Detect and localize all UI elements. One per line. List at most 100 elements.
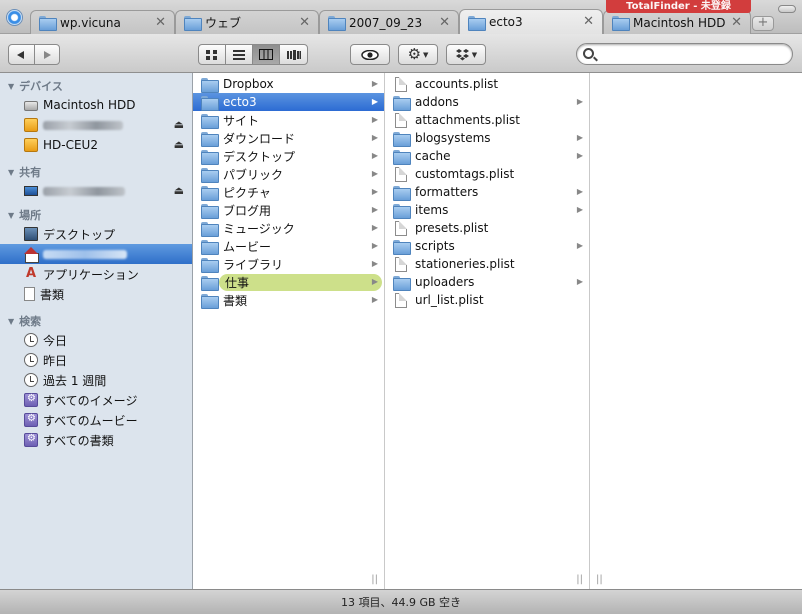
list-view-button[interactable]: [226, 45, 253, 64]
close-icon[interactable]: ✕: [583, 14, 594, 29]
cover-flow-button[interactable]: [280, 45, 307, 64]
item-label: stationeries.plist: [415, 257, 515, 271]
toolbar-toggle-button[interactable]: [778, 5, 796, 13]
list-item[interactable]: formatters ▶: [385, 183, 589, 201]
sidebar: ▼ デバイス Macintosh HDD ⏏ HD-CEU2 ⏏ ▼ 共有 ⏏ ▼ 場…: [0, 73, 193, 589]
folder-icon: [39, 16, 57, 31]
list-item[interactable]: ecto3 ▶: [193, 93, 384, 111]
tab-macintosh-hdd[interactable]: Macintosh HDD ✕: [603, 10, 751, 34]
list-item[interactable]: ピクチャ ▶: [193, 183, 384, 201]
list-item[interactable]: ブログ用 ▶: [193, 201, 384, 219]
list-item[interactable]: サイト ▶: [193, 111, 384, 129]
file-icon: [395, 256, 407, 272]
file-icon: [395, 76, 407, 92]
registration-badge[interactable]: TotalFinder - 未登録: [606, 0, 751, 13]
column-empty[interactable]: ||: [590, 73, 802, 589]
column-home[interactable]: Dropbox ▶ ecto3 ▶ サイト ▶ ダウンロード ▶ デスクトップ ▶ パブリ…: [193, 73, 385, 589]
eject-icon[interactable]: ⏏: [174, 184, 184, 197]
sidebar-item-external-drive[interactable]: ⏏: [0, 115, 192, 135]
disclosure-triangle-icon: ▼: [8, 210, 15, 220]
list-item[interactable]: stationeries.plist: [385, 255, 589, 273]
public-folder-icon: [201, 167, 219, 183]
list-item[interactable]: 仕事 ▶: [193, 273, 384, 291]
list-item[interactable]: Dropbox ▶: [193, 75, 384, 93]
action-menu-button[interactable]: ⚙ ▼: [398, 44, 438, 65]
search-input[interactable]: [599, 47, 784, 61]
list-item[interactable]: blogsystems ▶: [385, 129, 589, 147]
sidebar-item-today[interactable]: 今日: [0, 330, 192, 350]
list-item[interactable]: ダウンロード ▶: [193, 129, 384, 147]
item-label: scripts: [415, 239, 455, 253]
column-resize-handle[interactable]: ||: [371, 574, 378, 585]
list-item[interactable]: scripts ▶: [385, 237, 589, 255]
close-icon[interactable]: ✕: [155, 15, 166, 30]
sidebar-section-header[interactable]: ▼ 検索: [0, 312, 192, 330]
list-item[interactable]: ムービー ▶: [193, 237, 384, 255]
tab-2007-09-23[interactable]: 2007_09_23 ✕: [319, 10, 459, 34]
section-title: 検索: [19, 315, 42, 328]
list-item[interactable]: パブリック ▶: [193, 165, 384, 183]
item-label: cache: [415, 149, 451, 163]
sidebar-item-yesterday[interactable]: 昨日: [0, 350, 192, 370]
hard-drive-icon: [24, 101, 38, 111]
sidebar-item-past-week[interactable]: 過去 1 週間: [0, 370, 192, 390]
history-nav: [8, 44, 60, 65]
tab-ecto3[interactable]: ecto3 ✕: [459, 9, 603, 34]
column-resize-handle[interactable]: ||: [576, 574, 583, 585]
sidebar-item-applications[interactable]: A アプリケーション: [0, 264, 192, 284]
sidebar-item-documents[interactable]: 書類: [0, 284, 192, 304]
disclosure-arrow-icon: ▶: [576, 187, 583, 196]
quick-look-button[interactable]: [350, 44, 390, 65]
folder-icon: [328, 16, 346, 31]
sidebar-item-all-images[interactable]: すべてのイメージ: [0, 390, 192, 410]
close-icon[interactable]: ✕: [731, 15, 742, 30]
sidebar-item-home[interactable]: [0, 244, 192, 264]
list-item[interactable]: customtags.plist: [385, 165, 589, 183]
tab-web[interactable]: ウェブ ✕: [175, 10, 319, 34]
close-icon[interactable]: ✕: [439, 15, 450, 30]
folder-icon: [393, 149, 411, 165]
list-item[interactable]: accounts.plist: [385, 75, 589, 93]
forward-button[interactable]: [35, 45, 60, 64]
sidebar-item-shared-computer[interactable]: ⏏: [0, 181, 192, 201]
list-item[interactable]: url_list.plist: [385, 291, 589, 309]
column-view-button[interactable]: [252, 45, 281, 64]
sidebar-item-desktop[interactable]: デスクトップ: [0, 224, 192, 244]
sidebar-item-all-documents[interactable]: すべての書類: [0, 430, 192, 450]
totalfinder-app-icon[interactable]: [6, 9, 23, 26]
list-item[interactable]: uploaders ▶: [385, 273, 589, 291]
list-item[interactable]: ライブラリ ▶: [193, 255, 384, 273]
sidebar-section-header[interactable]: ▼ デバイス: [0, 77, 192, 95]
column-ecto3[interactable]: accounts.plist addons ▶ attachments.plist…: [385, 73, 590, 589]
dropbox-icon: [455, 48, 469, 60]
list-item[interactable]: items ▶: [385, 201, 589, 219]
sidebar-section-header[interactable]: ▼ 場所: [0, 206, 192, 224]
close-icon[interactable]: ✕: [299, 15, 310, 30]
list-item[interactable]: ミュージック ▶: [193, 219, 384, 237]
list-item[interactable]: デスクトップ ▶: [193, 147, 384, 165]
list-item[interactable]: 書類 ▶: [193, 291, 384, 309]
icon-view-button[interactable]: [199, 45, 226, 64]
sidebar-item-label: Macintosh HDD: [43, 98, 136, 112]
item-label: attachments.plist: [415, 113, 521, 127]
view-mode-control: [198, 44, 308, 65]
column-resize-handle[interactable]: ||: [596, 574, 603, 585]
sidebar-item-macintosh-hdd[interactable]: Macintosh HDD: [0, 95, 192, 115]
list-item[interactable]: attachments.plist: [385, 111, 589, 129]
list-item[interactable]: presets.plist: [385, 219, 589, 237]
sidebar-item-hd-ceu2[interactable]: HD-CEU2 ⏏: [0, 135, 192, 155]
tab-wp-vicuna[interactable]: wp.vicuna ✕: [30, 10, 175, 34]
dropbox-menu-button[interactable]: ▼: [446, 44, 486, 65]
back-button[interactable]: [9, 45, 35, 64]
eject-icon[interactable]: ⏏: [174, 118, 184, 131]
sidebar-section-header[interactable]: ▼ 共有: [0, 163, 192, 181]
item-label: Dropbox: [223, 77, 274, 91]
eject-icon[interactable]: ⏏: [174, 138, 184, 151]
documents-icon: [24, 287, 35, 301]
new-tab-button[interactable]: +: [752, 16, 774, 31]
home-icon: [24, 247, 39, 263]
sidebar-item-all-movies[interactable]: すべてのムービー: [0, 410, 192, 430]
list-item[interactable]: addons ▶: [385, 93, 589, 111]
search-field[interactable]: [576, 43, 793, 65]
list-item[interactable]: cache ▶: [385, 147, 589, 165]
